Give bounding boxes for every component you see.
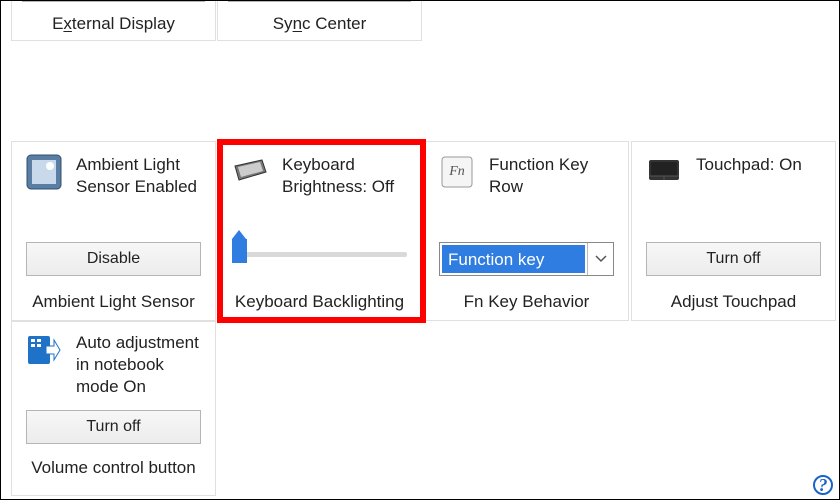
tile-volume-control: Auto adjustment in notebook mode On Turn…	[11, 321, 216, 496]
help-icon[interactable]: ?	[813, 475, 833, 495]
tile-label-touchpad: Adjust Touchpad	[632, 276, 835, 326]
tile-title-fnkey: Function Key Row	[489, 154, 614, 198]
fn-key-select-value: Function key	[442, 245, 585, 273]
touchpad-icon	[646, 154, 682, 190]
tile-ambient-light: Ambient Light Sensor Enabled Disable Amb…	[11, 141, 216, 321]
tile-fn-key: Fn Function Key Row Function key Fn Key …	[424, 141, 629, 321]
ambient-light-icon	[26, 154, 62, 190]
tile-title-touchpad: Touchpad: On	[696, 154, 802, 176]
ambient-disable-button[interactable]: Disable	[26, 242, 201, 276]
tile-title-volume: Auto adjustment in notebook mode On	[76, 332, 201, 398]
volume-settings-icon	[26, 332, 62, 368]
tile-label-external-display: External Display	[12, 2, 215, 46]
slider-track	[232, 252, 407, 257]
tile-label-sync-center: Sync Center	[218, 2, 421, 46]
tile-label-ambient: Ambient Light Sensor	[12, 276, 215, 326]
settings-panel: Connect display External Display Sync se…	[0, 0, 840, 500]
tile-external-display: Connect display External Display	[11, 0, 216, 41]
slider-thumb[interactable]	[232, 239, 247, 263]
fn-key-select[interactable]: Function key	[439, 242, 614, 276]
volume-turnoff-button[interactable]: Turn off	[26, 410, 201, 444]
tile-keyboard-backlight: Keyboard Brightness: Off Keyboard Backli…	[217, 141, 422, 321]
tile-title-backlight: Keyboard Brightness: Off	[282, 154, 407, 198]
chevron-down-icon[interactable]	[587, 243, 613, 275]
touchpad-turnoff-button[interactable]: Turn off	[646, 242, 821, 276]
svg-text:Fn: Fn	[448, 164, 465, 179]
tile-label-volume: Volume control button	[12, 444, 215, 492]
tile-touchpad: Touchpad: On Turn off Adjust Touchpad	[631, 141, 836, 321]
fn-key-icon: Fn	[439, 154, 475, 190]
tile-title-ambient: Ambient Light Sensor Enabled	[76, 154, 201, 198]
tile-label-fnkey: Fn Key Behavior	[425, 276, 628, 326]
tile-sync-center: Sync settings Sync Center	[217, 0, 422, 41]
brightness-slider[interactable]	[218, 244, 421, 264]
keyboard-icon	[232, 154, 268, 190]
tile-label-backlight: Keyboard Backlighting	[218, 264, 421, 326]
